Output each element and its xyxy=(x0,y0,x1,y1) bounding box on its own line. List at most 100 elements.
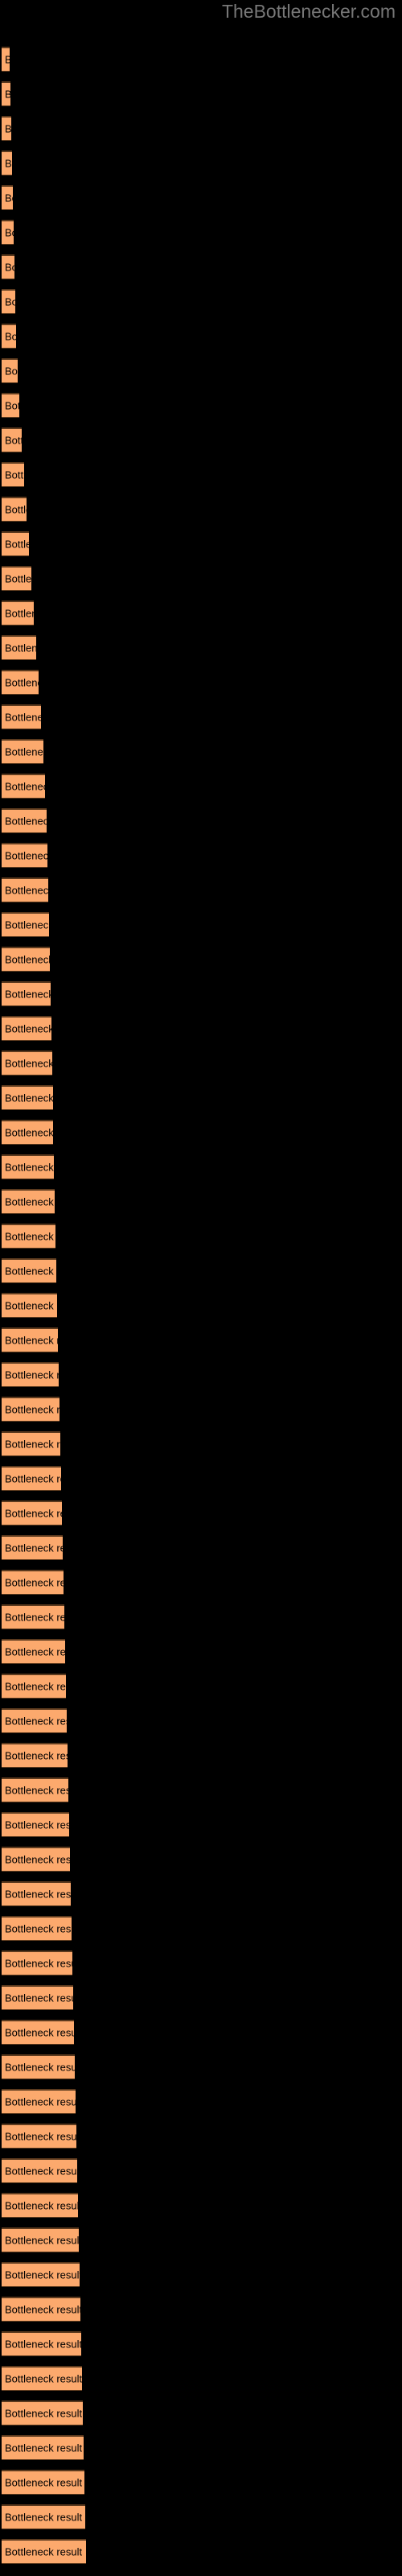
bar-label: Bottleneck result xyxy=(5,1265,56,1278)
chart-bar[interactable]: Bottleneck result xyxy=(2,704,41,729)
chart-bar[interactable]: Bottleneck result xyxy=(2,2124,76,2149)
chart-bar[interactable]: Bottleneck result xyxy=(2,2539,86,2564)
chart-bar[interactable]: Bottleneck result xyxy=(2,2366,82,2391)
chart-bar[interactable]: Bottleneck result xyxy=(2,2089,76,2114)
chart-bar[interactable]: Bottleneck result xyxy=(2,2193,78,2218)
chart-bar[interactable]: Bottleneck result xyxy=(2,2158,77,2183)
bar-label: Bottleneck result xyxy=(5,1126,53,1139)
bar-label: Bottleneck result xyxy=(5,642,36,654)
chart-bar[interactable]: Bottleneck result xyxy=(2,1431,60,1456)
bar-row: Bottleneck result xyxy=(0,1812,402,1837)
bar-label: Bottleneck result xyxy=(5,1645,65,1658)
bar-label: Bottleneck result xyxy=(5,2476,83,2489)
chart-bar[interactable]: Bottleneck result xyxy=(2,1847,70,1872)
chart-bar[interactable]: Bottleneck result xyxy=(2,1224,55,1249)
chart-bar[interactable]: Bottleneck result xyxy=(2,1397,59,1422)
chart-bar[interactable]: Bottleneck result xyxy=(2,947,50,972)
chart-bar[interactable]: Bottleneck result xyxy=(2,808,47,833)
chart-bar[interactable]: Bottleneck result xyxy=(2,1051,52,1075)
chart-bar[interactable]: Bottleneck result xyxy=(2,185,13,210)
chart-bar[interactable]: Bottleneck result xyxy=(2,635,36,660)
bar-row: Bottleneck result xyxy=(0,670,402,695)
chart-bar[interactable]: Bottleneck result xyxy=(2,289,15,314)
bar-row: Bottleneck result xyxy=(0,151,402,175)
bar-label: Bottleneck result xyxy=(5,780,45,793)
chart-bar[interactable]: Bottleneck result xyxy=(2,324,16,349)
chart-bar[interactable]: Bottleneck result xyxy=(2,2262,80,2287)
chart-bar[interactable]: Bottleneck result xyxy=(2,1535,63,1560)
chart-bar[interactable]: Bottleneck result xyxy=(2,1743,68,1768)
chart-bar[interactable]: Bottleneck result xyxy=(2,1777,68,1802)
chart-bar[interactable]: Bottleneck result xyxy=(2,2470,84,2495)
chart-bar[interactable]: Bottleneck result xyxy=(2,116,11,141)
chart-bar[interactable]: Bottleneck result xyxy=(2,1189,55,1214)
chart-bar[interactable]: Bottleneck result xyxy=(2,1881,71,1906)
chart-bar[interactable]: Bottleneck result xyxy=(2,151,12,175)
chart-bar[interactable]: Bottleneck result xyxy=(2,1016,51,1041)
chart-bar[interactable]: Bottleneck result xyxy=(2,1985,73,2010)
chart-bar[interactable]: Bottleneck result xyxy=(2,670,39,695)
bar-label: Bottleneck result xyxy=(5,1957,72,1970)
chart-bar[interactable]: Bottleneck result xyxy=(2,358,18,383)
chart-bar[interactable]: Bottleneck result xyxy=(2,393,19,418)
chart-bar[interactable]: Bottleneck result xyxy=(2,1085,53,1110)
bar-row: Bottleneck result xyxy=(0,2227,402,2252)
chart-bar[interactable]: Bottleneck result xyxy=(2,427,22,452)
chart-bar[interactable]: Bottleneck result xyxy=(2,2504,85,2529)
chart-bar[interactable]: Bottleneck result xyxy=(2,601,34,625)
chart-bar[interactable]: Bottleneck result xyxy=(2,2020,74,2045)
chart-bar[interactable]: Bottleneck result xyxy=(2,1570,64,1595)
chart-bar[interactable]: Bottleneck result xyxy=(2,81,10,106)
chart-bar[interactable]: Bottleneck result xyxy=(2,981,51,1006)
chart-bar[interactable]: Bottleneck result xyxy=(2,1327,58,1352)
chart-bar[interactable]: Bottleneck result xyxy=(2,2331,81,2356)
chart-bar[interactable]: Bottleneck result xyxy=(2,1362,59,1387)
chart-bar[interactable]: Bottleneck result xyxy=(2,2054,75,2079)
chart-bar[interactable]: Bottleneck result xyxy=(2,912,49,937)
bar-row: Bottleneck result xyxy=(0,393,402,418)
bar-label: Bottleneck result xyxy=(5,2511,83,2524)
chart-bar[interactable]: Bottleneck result xyxy=(2,531,29,556)
chart-bar[interactable]: Bottleneck result xyxy=(2,47,10,72)
chart-bar[interactable]: Bottleneck result xyxy=(2,1674,66,1699)
chart-bar[interactable]: Bottleneck result xyxy=(2,1293,57,1318)
bar-label: Bottleneck result xyxy=(5,365,18,378)
chart-bar[interactable]: Bottleneck result xyxy=(2,843,47,868)
chart-bar[interactable]: Bottleneck result xyxy=(2,1501,62,1525)
chart-bar[interactable]: Bottleneck result xyxy=(2,2435,84,2460)
bar-row: Bottleneck result xyxy=(0,2366,402,2391)
bar-row: Bottleneck result xyxy=(0,981,402,1006)
bar-row: Bottleneck result xyxy=(0,566,402,591)
chart-bar[interactable]: Bottleneck result xyxy=(2,1639,65,1664)
bar-row: Bottleneck result xyxy=(0,254,402,279)
chart-bar[interactable]: Bottleneck result xyxy=(2,1708,67,1733)
chart-bar[interactable]: Bottleneck result xyxy=(2,1916,72,1941)
chart-bar[interactable]: Bottleneck result xyxy=(2,220,14,245)
bar-row: Bottleneck result xyxy=(0,2054,402,2079)
bar-row: Bottleneck result xyxy=(0,289,402,314)
chart-bar[interactable]: Bottleneck result xyxy=(2,1951,72,1975)
bar-row: Bottleneck result xyxy=(0,1881,402,1906)
bar-row: Bottleneck result xyxy=(0,531,402,556)
chart-bar[interactable]: Bottleneck result xyxy=(2,497,27,522)
bar-row: Bottleneck result xyxy=(0,1639,402,1664)
chart-bar[interactable]: Bottleneck result xyxy=(2,1812,69,1837)
chart-bar[interactable]: Bottleneck result xyxy=(2,1154,54,1179)
chart-bar[interactable]: Bottleneck result xyxy=(2,877,48,902)
chart-bar[interactable]: Bottleneck result xyxy=(2,1258,56,1283)
chart-bar[interactable]: Bottleneck result xyxy=(2,462,24,487)
chart-bar[interactable]: Bottleneck result xyxy=(2,1466,61,1491)
chart-bar[interactable]: Bottleneck result xyxy=(2,2297,80,2322)
chart-bar[interactable]: Bottleneck result xyxy=(2,774,45,799)
bar-label: Bottleneck result xyxy=(5,538,29,551)
bar-row: Bottleneck result xyxy=(0,1535,402,1560)
chart-bar[interactable]: Bottleneck result xyxy=(2,254,14,279)
chart-bar[interactable]: Bottleneck result xyxy=(2,2227,79,2252)
chart-bar[interactable]: Bottleneck result xyxy=(2,1604,64,1629)
bar-row: Bottleneck result xyxy=(0,1604,402,1629)
chart-bar[interactable]: Bottleneck result xyxy=(2,739,43,764)
chart-bar[interactable]: Bottleneck result xyxy=(2,1120,53,1145)
bar-row: Bottleneck result xyxy=(0,1674,402,1699)
chart-bar[interactable]: Bottleneck result xyxy=(2,566,31,591)
chart-bar[interactable]: Bottleneck result xyxy=(2,2401,83,2425)
